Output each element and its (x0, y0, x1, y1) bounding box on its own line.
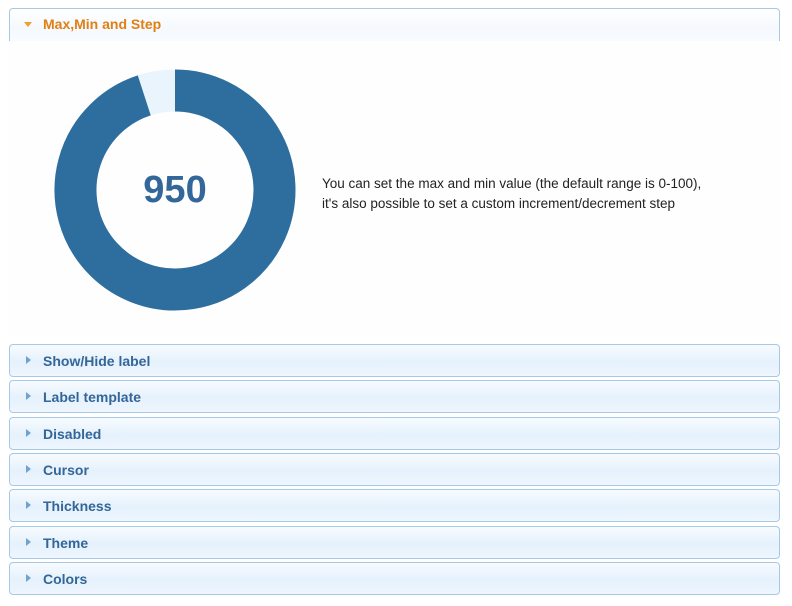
expand-arrow-right-icon (26, 429, 31, 437)
accordion: Max,Min and Step 950 You can set the max… (0, 0, 792, 606)
accordion-header-thickness[interactable]: Thickness (9, 489, 780, 522)
accordion-header-label: Cursor (43, 462, 89, 478)
description-line-2: it's also possible to set a custom incre… (322, 196, 675, 211)
accordion-header-disabled[interactable]: Disabled (9, 417, 780, 450)
knob-value-label: 950 (143, 169, 207, 211)
accordion-header-label: Theme (43, 535, 89, 551)
expand-arrow-right-icon (26, 356, 31, 364)
accordion-header-label: Thickness (43, 498, 112, 514)
expand-arrow-right-icon (26, 501, 31, 509)
expand-arrow-right-icon (26, 392, 31, 400)
expand-arrow-right-icon (26, 465, 31, 473)
panel-description: You can set the max and min value (the d… (322, 174, 762, 214)
accordion-header-theme[interactable]: Theme (9, 526, 780, 559)
accordion-header-label-template[interactable]: Label template (9, 380, 780, 413)
accordion-panel-content: 950 You can set the max and min value (t… (9, 41, 780, 336)
accordion-header-show-hide-label[interactable]: Show/Hide label (9, 344, 780, 377)
expand-arrow-down-icon (24, 22, 32, 27)
description-line-1: You can set the max and min value (the d… (322, 176, 702, 191)
expand-arrow-right-icon (26, 574, 31, 582)
accordion-header-label: Max,Min and Step (43, 16, 162, 32)
accordion-header-max-min-step[interactable]: Max,Min and Step (9, 8, 780, 41)
accordion-header-colors[interactable]: Colors (9, 562, 780, 595)
accordion-header-label: Disabled (43, 426, 102, 442)
accordion-header-cursor[interactable]: Cursor (9, 453, 780, 486)
expand-arrow-right-icon (26, 538, 31, 546)
accordion-header-label: Show/Hide label (43, 353, 151, 369)
knob-control[interactable]: 950 (54, 69, 296, 311)
accordion-header-label: Colors (43, 571, 88, 587)
accordion-header-label: Label template (43, 389, 142, 405)
